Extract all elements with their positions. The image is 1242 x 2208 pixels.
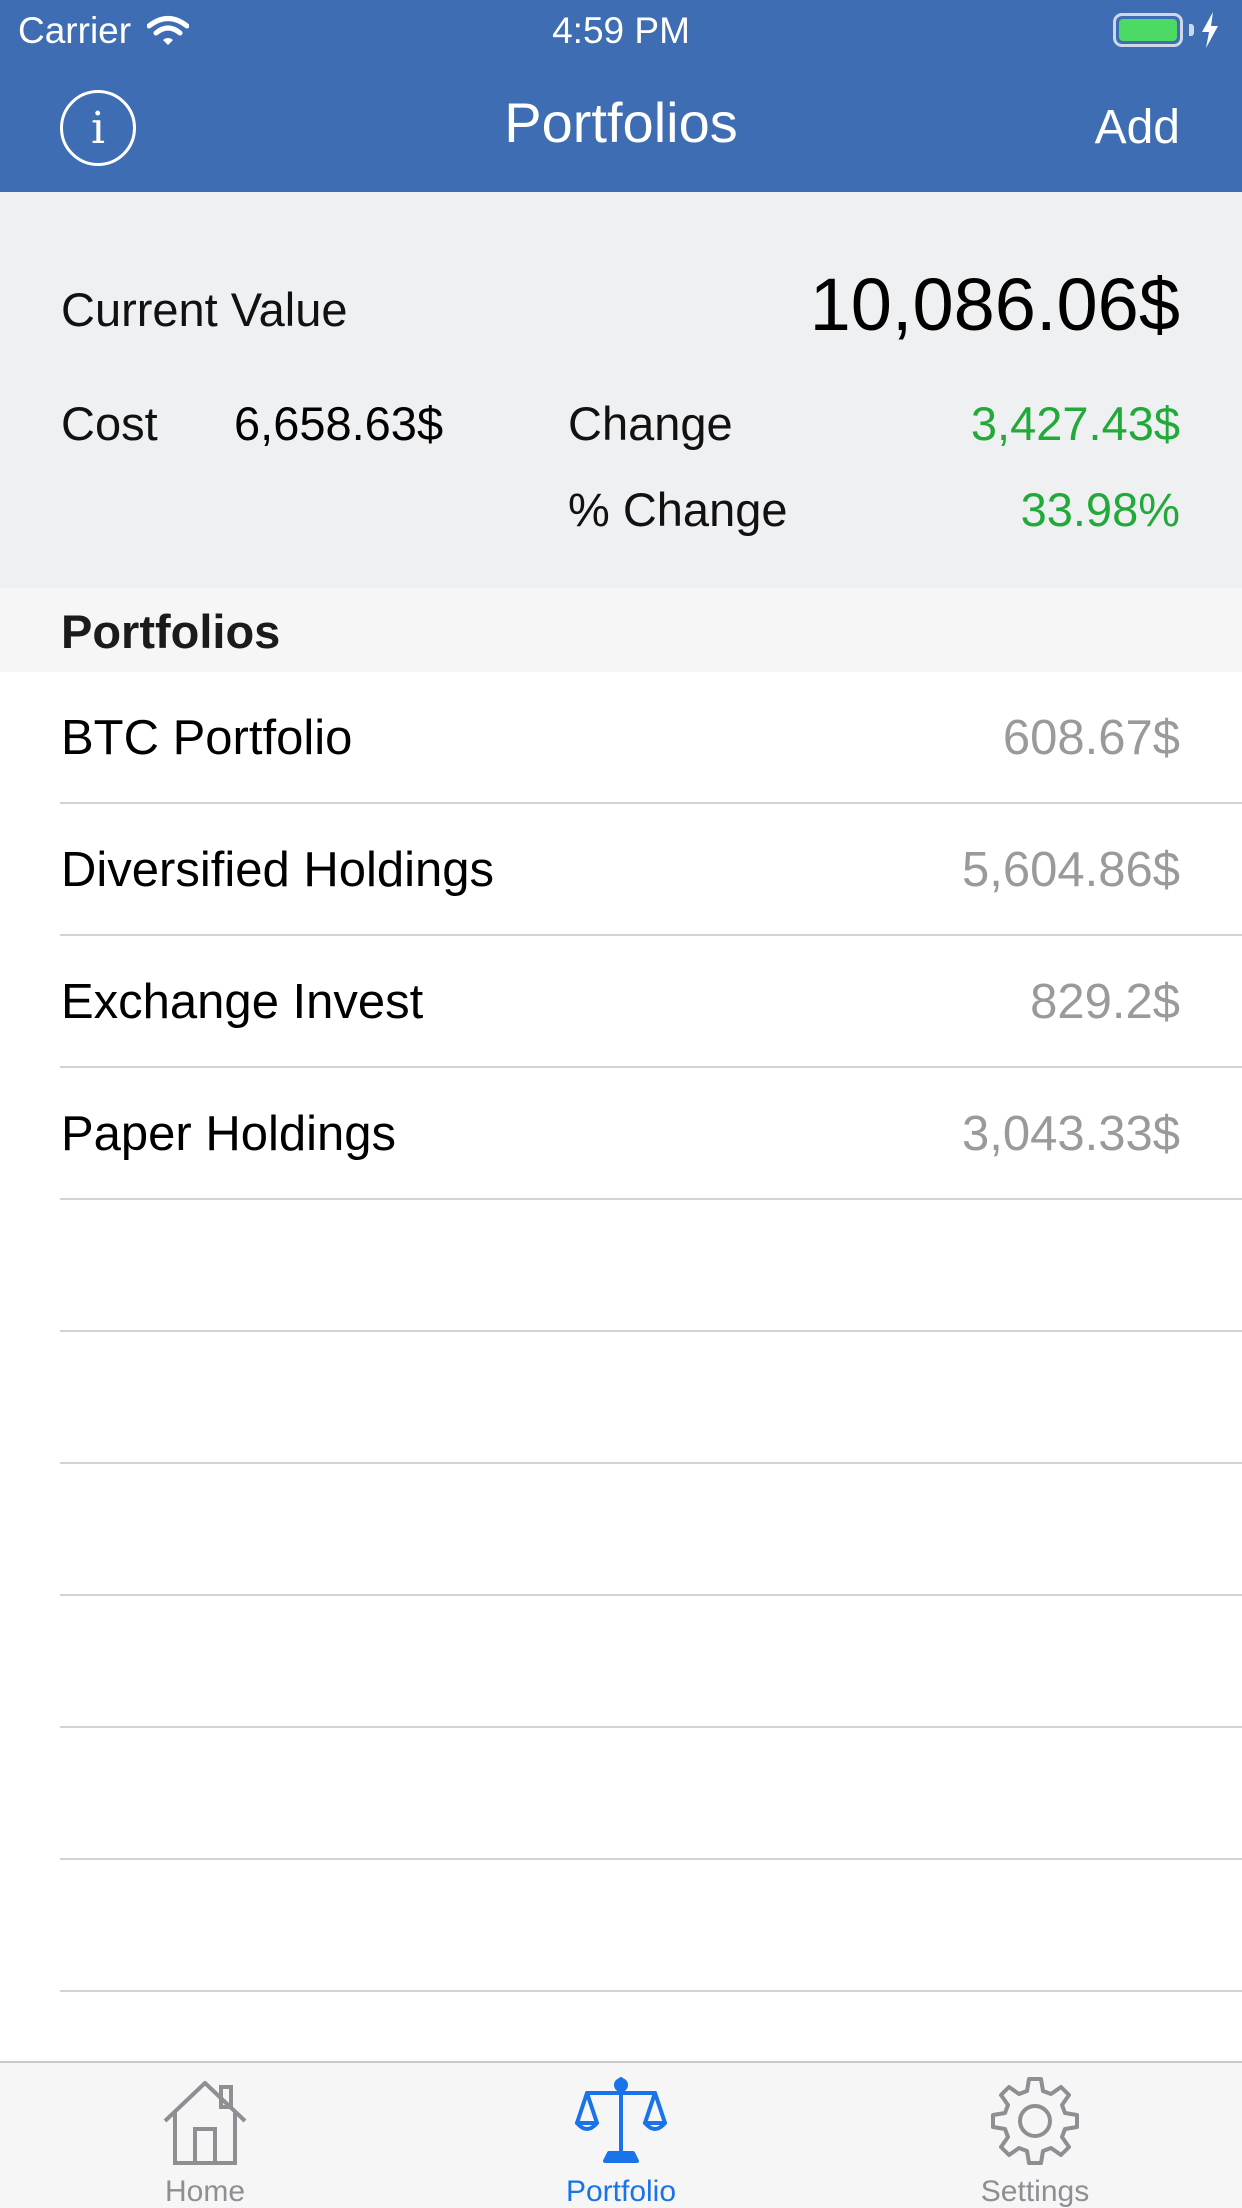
gear-icon bbox=[991, 2077, 1079, 2165]
list-item[interactable]: Paper Holdings 3,043.33$ bbox=[0, 1068, 1242, 1200]
portfolio-value: 829.2$ bbox=[1030, 975, 1180, 1029]
tab-label: Home bbox=[164, 2175, 246, 2208]
status-bar: Carrier 4:59 PM bbox=[0, 0, 1242, 60]
percent-change-label: % Change bbox=[568, 483, 788, 536]
percent-change-value: 33.98% bbox=[1020, 483, 1180, 536]
portfolio-value: 5,604.86$ bbox=[962, 843, 1180, 897]
section-header: Portfolios bbox=[0, 588, 1242, 672]
list-item[interactable]: Diversified Holdings 5,604.86$ bbox=[0, 804, 1242, 936]
empty-row bbox=[0, 1728, 1242, 1860]
portfolio-value: 608.67$ bbox=[1002, 711, 1180, 765]
tab-bar: Home Portfolio Settings bbox=[0, 2061, 1242, 2208]
empty-row bbox=[0, 1332, 1242, 1464]
navigation-bar: Carrier 4:59 PM i Portfolios Add bbox=[0, 0, 1242, 192]
add-portfolio-button[interactable]: Add bbox=[1095, 100, 1180, 155]
portfolio-name: Exchange Invest bbox=[61, 975, 424, 1029]
battery-icon bbox=[1113, 13, 1183, 47]
empty-row bbox=[0, 1464, 1242, 1596]
list-item[interactable]: Exchange Invest 829.2$ bbox=[0, 936, 1242, 1068]
list-item[interactable]: BTC Portfolio 608.67$ bbox=[0, 672, 1242, 804]
charging-bolt-icon bbox=[1202, 12, 1218, 48]
empty-row bbox=[0, 1860, 1242, 1992]
section-title: Portfolios bbox=[61, 605, 281, 658]
cost-label: Cost bbox=[61, 397, 158, 450]
portfolio-name: BTC Portfolio bbox=[61, 711, 353, 765]
portfolio-summary: Current Value 10,086.06$ Cost 6,658.63$ … bbox=[0, 192, 1242, 588]
change-value: 3,427.43$ bbox=[970, 397, 1180, 450]
status-time: 4:59 PM bbox=[552, 10, 690, 51]
tab-portfolio[interactable]: Portfolio bbox=[471, 2063, 771, 2208]
empty-row bbox=[0, 1200, 1242, 1332]
battery-indicator bbox=[1113, 12, 1220, 48]
tab-home[interactable]: Home bbox=[55, 2063, 355, 2208]
portfolio-list: BTC Portfolio 608.67$ Diversified Holdin… bbox=[0, 672, 1242, 1992]
page-title: Portfolios bbox=[504, 91, 738, 154]
portfolio-name: Paper Holdings bbox=[61, 1107, 397, 1161]
change-label: Change bbox=[568, 397, 733, 450]
current-value: 10,086.06$ bbox=[809, 263, 1180, 346]
tab-label: Settings bbox=[980, 2175, 1090, 2208]
house-icon bbox=[163, 2081, 247, 2165]
empty-row bbox=[0, 1596, 1242, 1728]
portfolio-value: 3,043.33$ bbox=[962, 1107, 1180, 1161]
current-value-label: Current Value bbox=[61, 283, 348, 336]
tab-settings[interactable]: Settings bbox=[885, 2063, 1185, 2208]
portfolio-name: Diversified Holdings bbox=[61, 843, 495, 897]
tab-label: Portfolio bbox=[565, 2175, 677, 2208]
scale-icon bbox=[575, 2077, 667, 2163]
cost-value: 6,658.63$ bbox=[234, 397, 444, 450]
